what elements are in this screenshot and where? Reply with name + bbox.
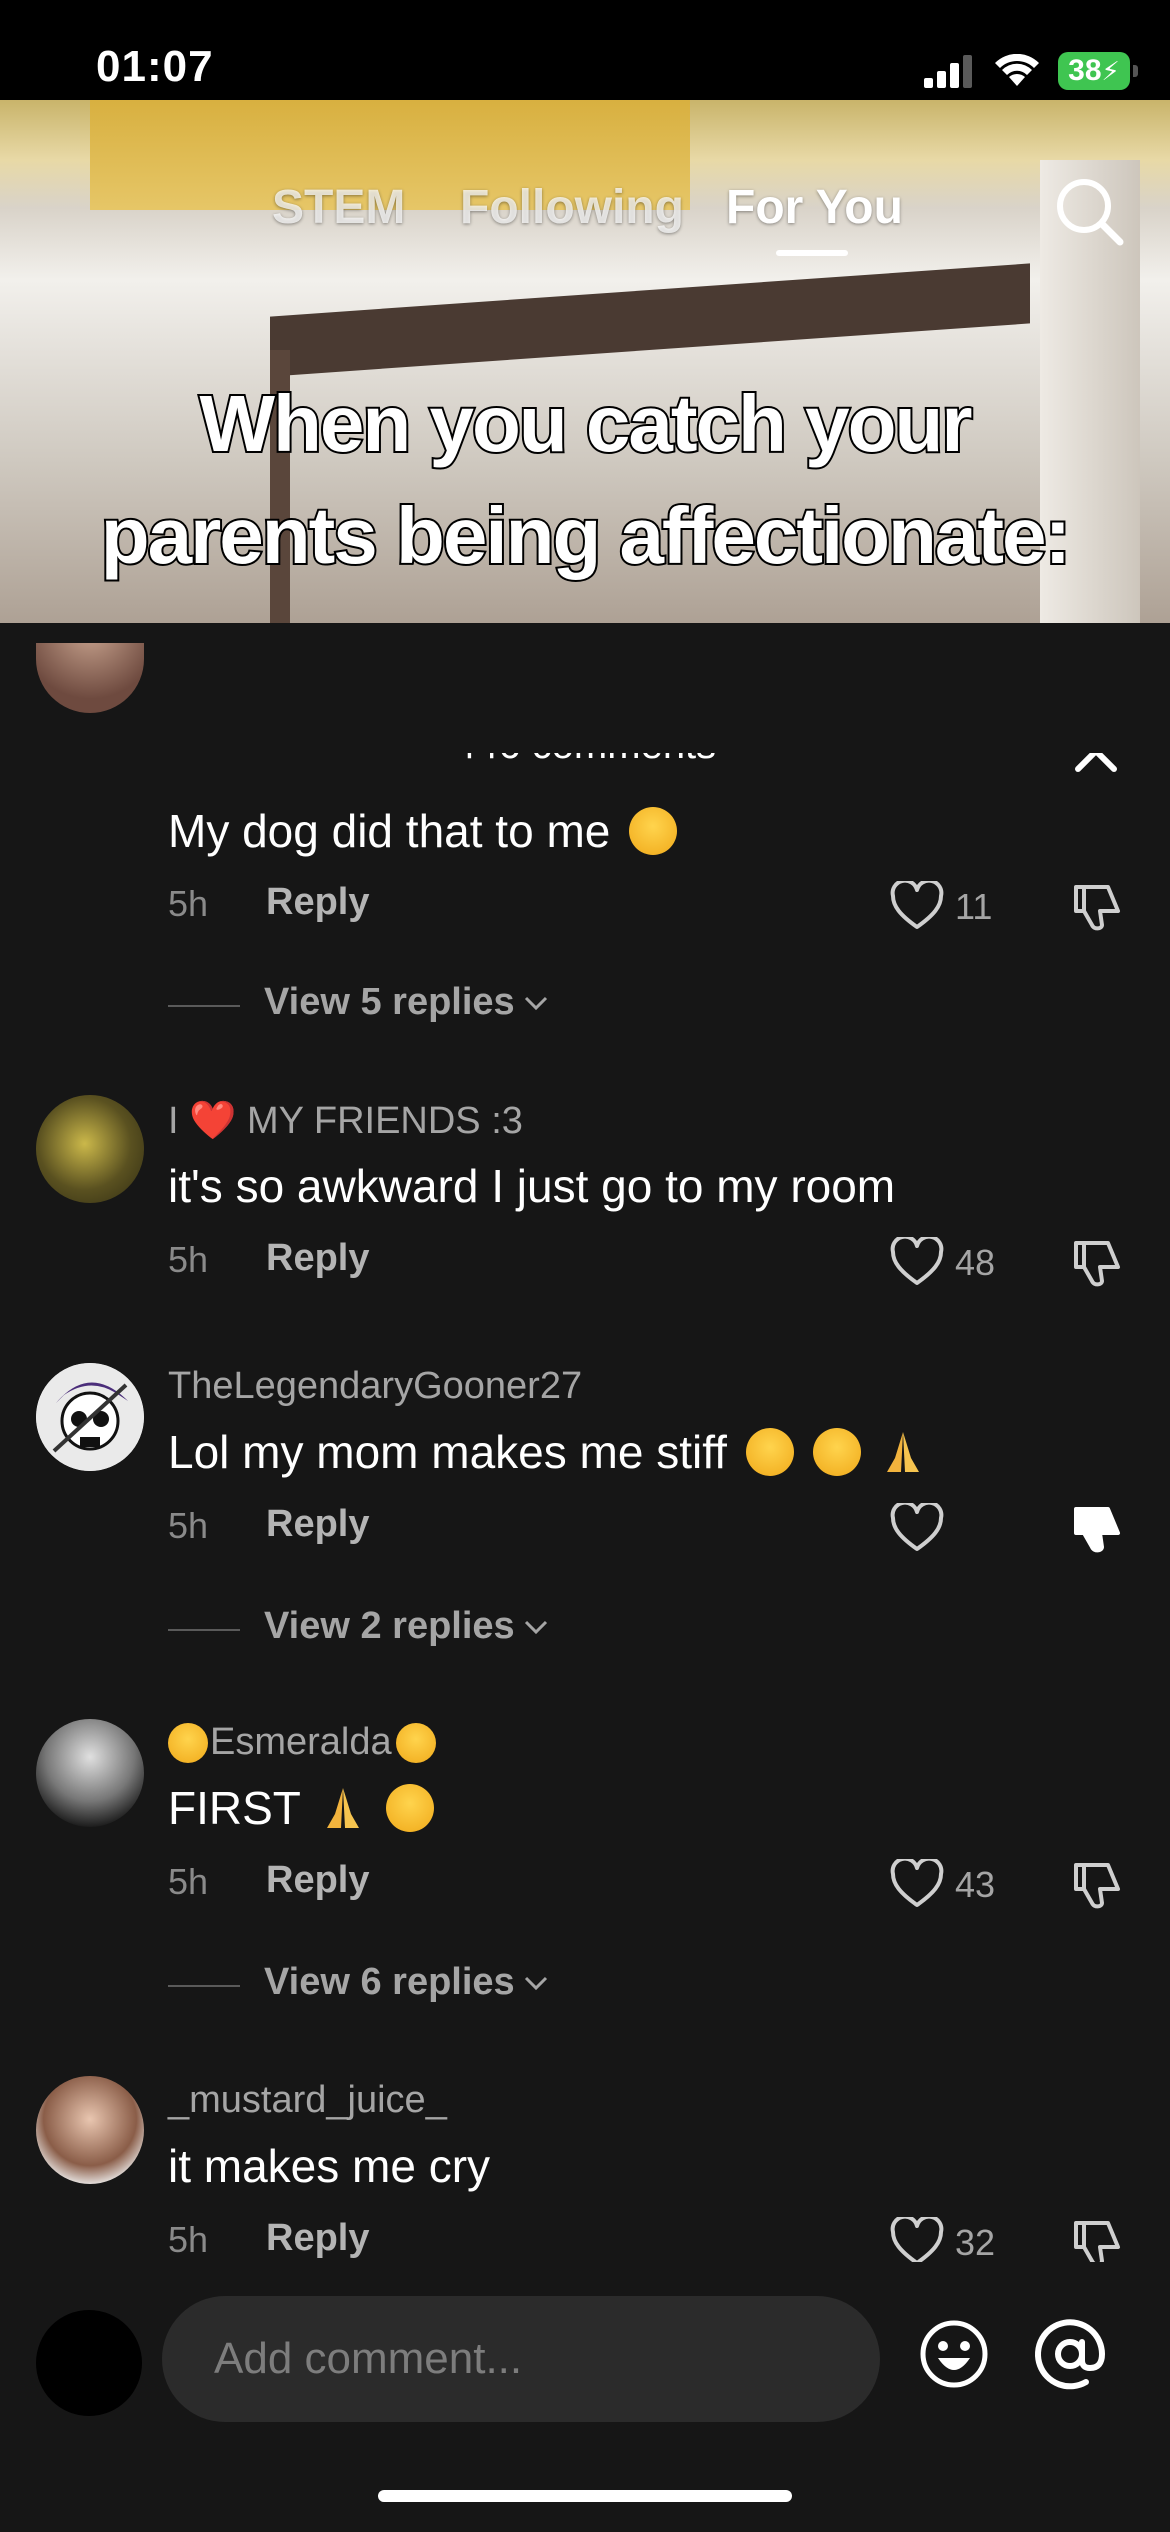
replies-divider (168, 1005, 240, 1007)
tab-stem[interactable]: STEM (272, 180, 405, 235)
laughing-tears-emoji-icon (812, 1428, 861, 1476)
comment-time: 5h (168, 1861, 209, 1902)
nerd-face-emoji-icon (168, 1722, 208, 1763)
replies-divider (168, 1629, 240, 1631)
replies-divider (168, 1985, 240, 1987)
my-avatar[interactable] (36, 2310, 142, 2416)
view-replies-button[interactable]: View 6 replies (264, 1961, 549, 2004)
chevron-down-icon (524, 996, 547, 1010)
dislike-icon[interactable] (1070, 881, 1124, 933)
add-comment-input[interactable] (162, 2296, 880, 2422)
reply-button[interactable]: Reply (266, 1503, 369, 1546)
avatar[interactable] (36, 2076, 144, 2184)
avatar[interactable] (36, 1095, 144, 1203)
avatar[interactable] (36, 1363, 144, 1471)
comment-text-content: Lol my mom makes me stiff (168, 1426, 727, 1478)
squinting-tongue-emoji-icon (629, 807, 678, 855)
comment-text-content: FIRST (168, 1782, 301, 1834)
praying-hands-emoji-icon (887, 1432, 920, 1472)
battery-level: 38 (1068, 54, 1102, 87)
like-count: 32 (955, 2222, 996, 2263)
status-bar: 01:07 38 ⚡ (0, 0, 1170, 100)
caption-line-2: parents being affectionate: (99, 489, 1073, 582)
comment-username[interactable]: TheLegendaryGooner27 (168, 1365, 582, 1408)
comment-text: FIRST (168, 1781, 434, 1835)
comment-time: 5h (168, 1239, 209, 1280)
comment-text: it's so awkward I just go to my room (168, 1160, 896, 1212)
reply-button[interactable]: Reply (266, 1237, 369, 1280)
video-doorframe (270, 263, 1030, 377)
comment-username[interactable]: Esmeralda (168, 1721, 436, 1764)
heart-icon[interactable] (890, 1859, 944, 1909)
comment-text: it makes me cry (168, 2140, 491, 2192)
skull-avatar-icon (36, 1363, 144, 1471)
heart-icon[interactable] (890, 2217, 944, 2267)
status-time: 01:07 (96, 42, 214, 91)
reply-button[interactable]: Reply (266, 2217, 369, 2260)
heart-icon[interactable] (890, 881, 944, 931)
reply-button[interactable]: Reply (266, 1859, 369, 1902)
view-replies-label: View 5 replies (264, 981, 515, 1023)
slight-smile-emoji-icon (395, 1722, 436, 1763)
caption-line-1: When you catch your (198, 377, 975, 470)
like-count: 48 (955, 1242, 996, 1283)
comment-text-content: My dog did that to me (168, 805, 611, 857)
crying-face-emoji-icon (385, 1784, 434, 1832)
avatar[interactable] (36, 1719, 144, 1827)
wifi-icon (995, 54, 1039, 86)
video-player[interactable]: STEM Following For You When you catch yo… (0, 100, 1170, 700)
view-replies-button[interactable]: View 5 replies (264, 981, 549, 1024)
laughing-tears-emoji-icon (745, 1428, 794, 1476)
comment-username[interactable]: _mustard_juice_ (168, 2079, 447, 2122)
view-replies-label: View 6 replies (264, 1961, 515, 2003)
comment-time: 5h (168, 883, 209, 924)
emoji-picker-icon[interactable] (918, 2318, 990, 2390)
dislike-icon-active[interactable] (1070, 1503, 1124, 1555)
comment-time: 5h (168, 1505, 209, 1546)
view-replies-button[interactable]: View 2 replies (264, 1605, 549, 1648)
like-count: 43 (955, 1864, 996, 1905)
heart-icon[interactable] (890, 1503, 944, 1553)
status-icons: 38 ⚡ (924, 52, 1138, 90)
chevron-down-icon (524, 1620, 547, 1634)
dislike-icon[interactable] (1070, 1237, 1124, 1289)
heart-icon[interactable] (890, 1237, 944, 1287)
comment-time: 5h (168, 2219, 209, 2260)
search-icon[interactable] (1050, 172, 1130, 252)
reply-button[interactable]: Reply (266, 881, 369, 924)
comment-username-text: Esmeralda (210, 1721, 392, 1763)
cellular-signal-icon (924, 55, 972, 88)
battery-icon: 38 ⚡ (1058, 52, 1138, 90)
view-replies-label: View 2 replies (264, 1605, 515, 1647)
praying-hands-emoji-icon (326, 1788, 359, 1828)
chevron-down-icon (524, 1976, 547, 1990)
tab-following[interactable]: Following (460, 180, 684, 235)
like-count: 11 (955, 886, 993, 927)
comment-text: My dog did that to me (168, 804, 678, 858)
charging-bolt-icon: ⚡ (1101, 55, 1120, 86)
video-caption: When you catch your parents being affect… (0, 368, 1170, 592)
scroll-mask (0, 623, 1170, 753)
home-indicator[interactable] (378, 2490, 792, 2502)
mention-icon[interactable] (1030, 2314, 1110, 2394)
comments-sheet: 446 comments My dog did that to me 5h Re… (0, 623, 1170, 2532)
comment-text: Lol my mom makes me stiff (168, 1425, 927, 1479)
dislike-icon[interactable] (1070, 1859, 1124, 1911)
tab-active-indicator (776, 250, 848, 256)
comment-username[interactable]: I ❤️ MY FRIENDS :3 (168, 1099, 523, 1143)
tab-for-you[interactable]: For You (726, 180, 903, 235)
